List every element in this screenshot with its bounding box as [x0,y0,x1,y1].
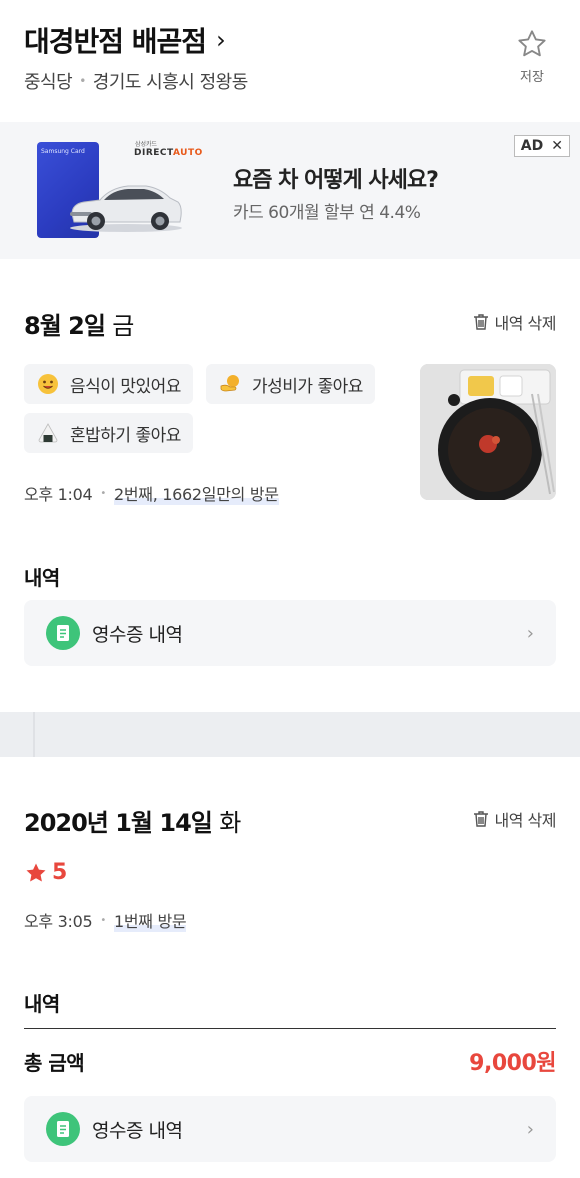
visit-day-of-week: 화 [219,809,241,837]
receipt-label: 영수증 내역 [92,623,183,646]
review-tag-label: 가성비가 좋아요 [252,376,363,397]
receipt-history-button[interactable]: 영수증 내역 › [24,600,556,666]
section-divider [0,712,580,757]
ad-brand-small: 삼성카드 [135,141,158,148]
place-subtitle: 중식당 • 경기도 시흥시 정왕동 [24,68,248,94]
total-amount-label: 총 금액 [24,1051,85,1075]
card-brand-text: Samsung Card [41,148,85,155]
save-button[interactable]: 저장 [502,28,562,85]
visit-meta: 오후 1:04 • 2번째, 1662일만의 방문 [24,481,279,505]
food-photo-image [420,364,556,500]
ad-banner[interactable]: Samsung Card 삼성카드 DIRECTAUTO 요즘 차 어떻게 사세… [0,122,580,259]
rating: 5 [24,860,67,885]
receipt-icon [46,1112,80,1146]
smile-emoji-icon [38,374,58,394]
delete-history-button[interactable]: 내역 삭제 [471,807,557,831]
review-tag: 혼밥하기 좋아요 [24,413,193,453]
chevron-right-icon: › [216,26,226,54]
chevron-right-icon: › [526,1118,534,1140]
visit-count-info: 1번째 방문 [113,908,187,932]
history-section-label: 내역 [24,992,60,1016]
receipt-label: 영수증 내역 [92,1119,183,1142]
rating-value: 5 [52,860,68,885]
ad-headline: 요즘 차 어떻게 사세요? [233,168,439,193]
place-category: 중식당 [24,72,73,93]
ad-description: 카드 60개월 할부 연 4.4% [233,203,421,223]
review-tag-label: 음식이 맛있어요 [70,376,181,397]
ad-badge[interactable]: AD ✕ [513,135,570,157]
coin-hand-emoji-icon [220,375,239,392]
ad-brand-direct: DIRECT [134,148,173,158]
visit-time: 오후 1:04 [24,485,93,504]
visit-date: 2020년 1월 14일 화 [24,803,241,838]
delete-label: 내역 삭제 [494,314,557,333]
place-name: 대경반점 배곧점 [24,25,207,58]
place-title-link[interactable]: 대경반점 배곧점 › [24,20,226,60]
delete-label: 내역 삭제 [494,811,557,830]
visit-time: 오후 3:05 [24,912,93,931]
total-amount-value: 9,000원 [469,1051,556,1076]
visit-date-text: 8월 2일 [24,312,106,340]
visit-count-info: 2번째, 1662일만의 방문 [113,481,279,505]
separator-dot: • [100,914,106,926]
trash-icon [473,811,488,827]
history-section-label: 내역 [24,566,60,590]
delete-history-button[interactable]: 내역 삭제 [471,310,557,334]
rice-ball-emoji-icon [38,423,58,443]
close-icon[interactable]: ✕ [551,138,563,154]
visit-meta: 오후 3:05 • 1번째 방문 [24,908,187,932]
chevron-right-icon: › [526,622,534,644]
review-tag: 가성비가 좋아요 [206,364,375,404]
food-photo[interactable] [420,364,556,500]
separator-dot: • [100,487,106,499]
trash-icon [473,314,488,330]
ad-brand-auto: AUTO [172,148,203,158]
visit-date: 8월 2일 금 [24,306,134,341]
receipt-icon [46,616,80,650]
star-filled-icon [26,863,46,881]
separator-dot: • [79,74,86,88]
review-tag: 음식이 맛있어요 [24,364,193,404]
car-image [70,185,182,232]
receipt-history-button[interactable]: 영수증 내역 › [24,1096,556,1162]
history-divider-line [24,1028,556,1029]
review-tag-label: 혼밥하기 좋아요 [70,425,181,446]
place-header: 대경반점 배곧점 › 중식당 • 경기도 시흥시 정왕동 저장 [0,0,580,122]
star-outline-icon [518,30,546,57]
visit-date-text: 2020년 1월 14일 [24,809,213,837]
place-location: 경기도 시흥시 정왕동 [92,72,248,93]
visit-day-of-week: 금 [112,312,134,340]
save-label: 저장 [520,70,544,85]
divider-tick [33,712,35,757]
ad-label: AD [520,138,544,154]
ad-brand-logo: DIRECTAUTO [134,148,203,158]
